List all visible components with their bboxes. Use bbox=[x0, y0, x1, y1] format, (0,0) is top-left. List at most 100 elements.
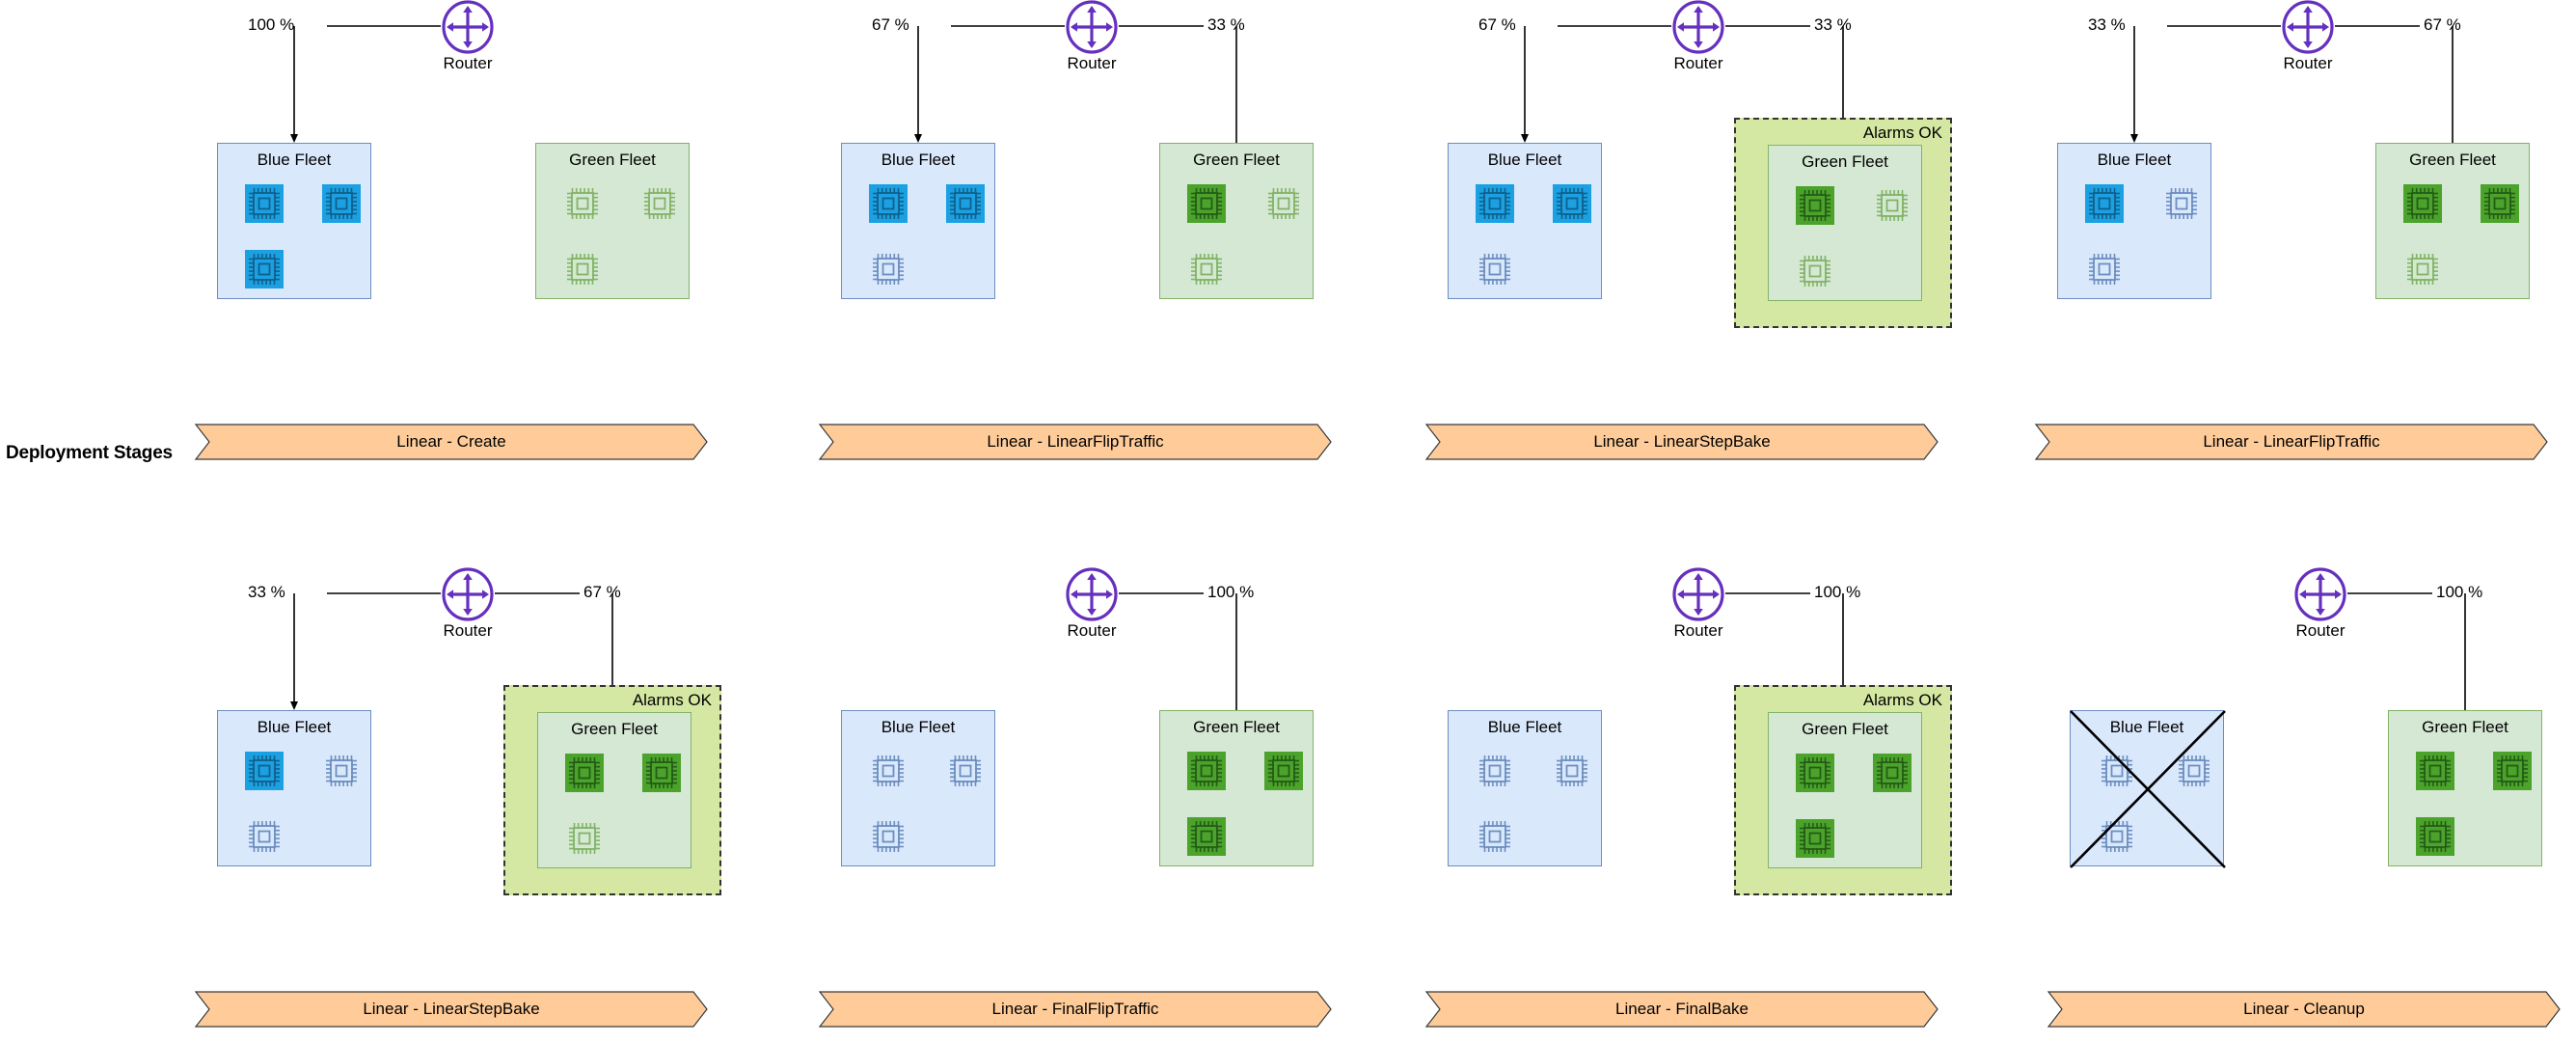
blue-fleet-title: Blue Fleet bbox=[881, 151, 956, 169]
deployment-stages-diagram: Deployment Stages Router 100 % Blue Flee… bbox=[0, 0, 2576, 1043]
blue-fleet-chip-3-inactive bbox=[869, 817, 908, 856]
green-fleet-title: Green Fleet bbox=[1802, 720, 1888, 738]
router-label: Router bbox=[443, 621, 493, 640]
router-icon[interactable]: Router bbox=[1671, 0, 1725, 72]
stage-banner[interactable]: Linear - Create bbox=[194, 424, 708, 460]
blue-fleet-chip-3-inactive bbox=[2085, 250, 2124, 288]
green-fleet-title: Green Fleet bbox=[1193, 151, 1280, 169]
blue-fleet-box[interactable]: Blue Fleet bbox=[1448, 710, 1602, 866]
router-icon[interactable]: Router bbox=[1065, 0, 1119, 72]
green-fleet-chip-2-active bbox=[2493, 752, 2532, 790]
blue-fleet-chip-3-inactive bbox=[1476, 817, 1514, 856]
green-fleet-chip-2-active bbox=[642, 754, 681, 792]
blue-fleet-chip-1-active bbox=[2085, 184, 2124, 223]
blue-fleet-group: Blue Fleet bbox=[841, 710, 995, 866]
deployment-stage-panel: Router 100 % Blue Fleet Green Fleet Line… bbox=[818, 567, 1485, 1043]
alarms-ok-box[interactable]: Alarms OK Green Fleet bbox=[503, 685, 721, 895]
green-fleet-group: Green Fleet bbox=[2388, 710, 2542, 866]
stage-banner[interactable]: Linear - Cleanup bbox=[2047, 991, 2561, 1028]
router-label: Router bbox=[1067, 621, 1117, 640]
blue-fleet-chip-1-active bbox=[245, 184, 284, 223]
blue-fleet-box[interactable]: Blue Fleet bbox=[841, 143, 995, 299]
router-icon[interactable]: Router bbox=[441, 0, 495, 72]
alarms-ok-label: Alarms OK bbox=[1862, 691, 1942, 709]
green-fleet-box[interactable]: Green Fleet bbox=[1159, 710, 1314, 866]
green-fleet-box[interactable]: Green Fleet bbox=[535, 143, 690, 299]
deployment-stages-label: Deployment Stages bbox=[6, 443, 173, 463]
blue-traffic-arrow bbox=[1518, 26, 1532, 143]
alarms-ok-box[interactable]: Alarms OK Green Fleet bbox=[1734, 118, 1952, 328]
stage-banner[interactable]: Linear - LinearFlipTraffic bbox=[2034, 424, 2548, 460]
blue-fleet-title: Blue Fleet bbox=[881, 718, 956, 736]
green-fleet-chip-3-active bbox=[2416, 817, 2454, 856]
blue-fleet-box[interactable]: Blue Fleet bbox=[1448, 143, 1602, 299]
stage-banner[interactable]: Linear - LinearStepBake bbox=[1424, 424, 1939, 460]
blue-traffic-arrow bbox=[2128, 26, 2141, 143]
stage-banner[interactable]: Linear - FinalBake bbox=[1424, 991, 1939, 1028]
blue-fleet-chip-2-inactive bbox=[946, 752, 985, 790]
blue-fleet-chip-1-inactive bbox=[869, 752, 908, 790]
blue-fleet-group: Blue Fleet bbox=[1448, 710, 1602, 866]
router-label: Router bbox=[1673, 54, 1723, 72]
green-fleet-box[interactable]: Green Fleet bbox=[1768, 712, 1922, 868]
router-label: Router bbox=[2283, 54, 2333, 72]
deployment-stage-panel: Router 67 % 33 % Blue Fleet Alarms OK Gr… bbox=[1424, 0, 2092, 482]
green-fleet-group: Green Fleet bbox=[1159, 143, 1314, 299]
green-fleet-group: Green Fleet bbox=[535, 143, 690, 299]
green-fleet-title: Green Fleet bbox=[569, 151, 656, 169]
stage-banner[interactable]: Linear - LinearFlipTraffic bbox=[818, 424, 1332, 460]
green-fleet-chip-3-inactive bbox=[2403, 250, 2442, 288]
alarms-ok-box[interactable]: Alarms OK Green Fleet bbox=[1734, 685, 1952, 895]
router-to-green-horizontal-line bbox=[495, 591, 580, 595]
blue-fleet-chip-2-inactive bbox=[1553, 752, 1591, 790]
green-fleet-title: Green Fleet bbox=[2422, 718, 2508, 736]
router-label: Router bbox=[443, 54, 493, 72]
blue-fleet-box[interactable]: Blue Fleet bbox=[2070, 710, 2226, 868]
router-icon[interactable]: Router bbox=[441, 567, 495, 640]
stage-banner[interactable]: Linear - LinearStepBake bbox=[194, 991, 708, 1028]
blue-fleet-box[interactable]: Blue Fleet bbox=[217, 143, 371, 299]
blue-fleet-box[interactable]: Blue Fleet bbox=[2057, 143, 2211, 299]
green-fleet-chip-2-inactive bbox=[640, 184, 679, 223]
green-fleet-group: Green Fleet bbox=[537, 712, 691, 868]
router-to-green-horizontal-line bbox=[2347, 591, 2432, 595]
router-icon[interactable]: Router bbox=[2281, 0, 2335, 72]
router-icon[interactable]: Router bbox=[1065, 567, 1119, 640]
green-fleet-chip-3-active bbox=[1796, 819, 1834, 858]
blue-fleet-box[interactable]: Blue Fleet bbox=[217, 710, 371, 866]
green-fleet-chip-3-inactive bbox=[1796, 252, 1834, 290]
blue-fleet-chip-3-inactive bbox=[245, 817, 284, 856]
router-to-green-horizontal-line bbox=[2335, 24, 2420, 28]
green-fleet-box[interactable]: Green Fleet bbox=[2375, 143, 2530, 299]
router-to-blue-horizontal-line bbox=[951, 24, 1065, 28]
alarms-ok-label: Alarms OK bbox=[1862, 124, 1942, 142]
blue-fleet-title: Blue Fleet bbox=[257, 151, 332, 169]
green-fleet-title: Green Fleet bbox=[1802, 152, 1888, 171]
deployment-stage-panel: Router 67 % 33 % Blue Fleet Green Fleet bbox=[818, 0, 1485, 482]
green-fleet-chip-1-active bbox=[1796, 186, 1834, 225]
blue-fleet-box[interactable]: Blue Fleet bbox=[841, 710, 995, 866]
router-icon[interactable]: Router bbox=[2293, 567, 2347, 640]
router-label: Router bbox=[1673, 621, 1723, 640]
blue-fleet-group: Blue Fleet bbox=[2070, 710, 2226, 868]
green-fleet-chip-1-active bbox=[565, 754, 604, 792]
green-fleet-chip-1-active bbox=[1187, 184, 1226, 223]
green-fleet-box[interactable]: Green Fleet bbox=[1768, 145, 1922, 301]
blue-traffic-percent: 67 % bbox=[872, 15, 909, 34]
blue-fleet-chip-3-inactive bbox=[1476, 250, 1514, 288]
green-fleet-group: Green Fleet bbox=[1768, 145, 1922, 301]
blue-fleet-chip-3-active bbox=[245, 250, 284, 288]
blue-fleet-chip-1-active bbox=[245, 752, 284, 790]
blue-fleet-group: Blue Fleet bbox=[1448, 143, 1602, 299]
blue-fleet-chip-2-active bbox=[1553, 184, 1591, 223]
router-label: Router bbox=[1067, 54, 1117, 72]
deployment-stage-panel: Router 100 % Blue Fleet Alarms OK Green … bbox=[1424, 567, 2092, 1043]
green-fleet-chip-3-active bbox=[1187, 817, 1226, 856]
green-fleet-box[interactable]: Green Fleet bbox=[2388, 710, 2542, 866]
stage-banner[interactable]: Linear - FinalFlipTraffic bbox=[818, 991, 1332, 1028]
green-fleet-box[interactable]: Green Fleet bbox=[1159, 143, 1314, 299]
router-icon[interactable]: Router bbox=[1671, 567, 1725, 640]
blue-fleet-title: Blue Fleet bbox=[2097, 151, 2172, 169]
green-fleet-box[interactable]: Green Fleet bbox=[537, 712, 691, 868]
router-to-green-horizontal-line bbox=[1119, 591, 1204, 595]
